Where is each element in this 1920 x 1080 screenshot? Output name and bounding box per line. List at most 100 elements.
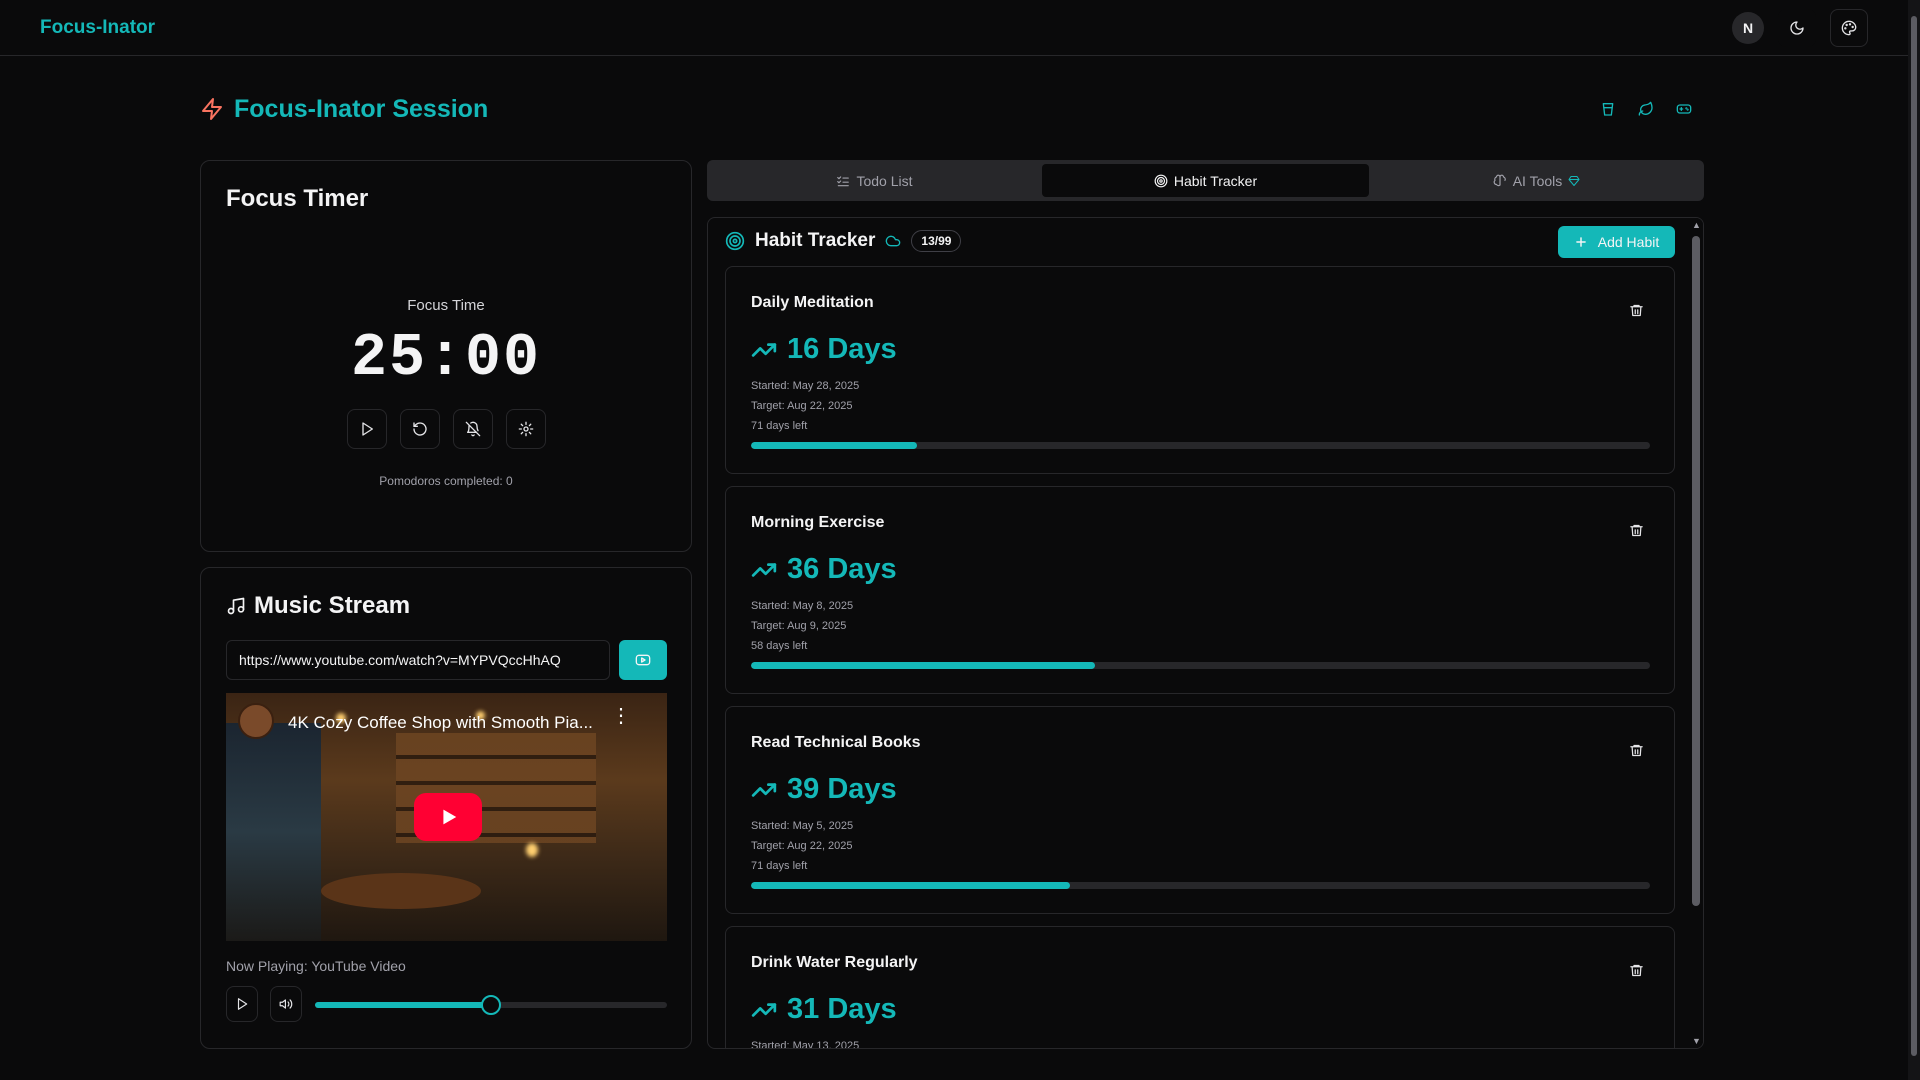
target-icon [1154,174,1168,187]
delete-habit-button[interactable] [1629,523,1644,543]
trending-up-icon [751,782,777,797]
timer-settings-button[interactable] [506,409,546,449]
habit-progress-bar [751,662,1650,669]
habit-name: Morning Exercise [751,514,885,531]
habit-target-date: Target: Aug 22, 2025 [751,840,853,852]
volume-thumb[interactable] [481,995,501,1015]
habit-start-date: Started: May 13, 2025 [751,1040,860,1049]
list-checks-icon [837,175,850,186]
page-scrollbar[interactable] [1908,0,1920,1080]
habit-name: Read Technical Books [751,734,921,751]
tab-todo-list[interactable]: Todo List [711,164,1038,197]
habit-days-left: 71 days left [751,860,808,872]
habit-progress-bar [751,882,1650,889]
habit-streak: 31 Days [751,993,897,1026]
video-more-icon[interactable]: ⋮ [611,706,631,726]
page-scrollbar-thumb[interactable] [1911,16,1917,1056]
habit-target-date: Target: Aug 22, 2025 [751,400,853,412]
tab-label: Todo List [856,172,913,189]
timer-controls [347,409,546,449]
zap-icon [202,98,222,120]
add-habit-button[interactable]: Add Habit [1558,226,1675,258]
habit-progress-fill [751,662,1096,669]
video-title[interactable]: 4K Cozy Coffee Shop with Smooth Pia... [288,713,593,733]
mute-button[interactable] [270,986,302,1022]
tab-label: Habit Tracker [1173,172,1258,189]
tab-ai-tools[interactable]: AI Tools [1373,164,1700,197]
load-video-button[interactable] [619,640,667,680]
volume-slider[interactable] [315,995,667,1015]
gamepad-icon[interactable] [1676,101,1692,117]
habit-name: Drink Water Regularly [751,954,918,971]
trash-icon [1630,524,1643,537]
channel-avatar[interactable] [238,703,274,739]
cup-icon[interactable] [1600,101,1616,117]
habit-streak: 36 Days [751,553,897,586]
reset-timer-button[interactable] [400,409,440,449]
habit-progress-bar [751,442,1650,449]
habit-streak-days: 16 Days [787,333,897,365]
brand-logo[interactable]: Focus-Inator [40,17,155,39]
focus-timer-title: Focus Timer [226,185,369,212]
plus-icon [1575,237,1586,247]
youtube-url-input[interactable] [226,640,610,680]
habit-panel-scrollbar-thumb[interactable] [1692,236,1700,906]
notifications-button[interactable] [453,409,493,449]
music-title-group: Music Stream [226,592,410,620]
tab-bar: Todo List Habit Tracker AI Tools [707,160,1704,201]
gem-icon [1568,175,1580,186]
trending-up-icon [751,562,777,577]
habit-streak-days: 31 Days [787,993,897,1025]
pomodoros-completed: Pomodoros completed: 0 [379,474,513,488]
habit-streak-days: 36 Days [787,553,897,585]
habit-start-date: Started: May 28, 2025 [751,380,860,392]
youtube-icon [635,654,651,666]
habit-days-left: 71 days left [751,420,808,432]
avatar[interactable]: N [1732,11,1764,44]
habit-card: Drink Water Regularly 31 Days Started: M… [725,926,1675,1049]
trash-icon [1630,964,1643,977]
palette-button[interactable] [1830,8,1868,47]
youtube-play-button[interactable] [414,793,482,841]
timer-mode-label: Focus Time [407,297,485,314]
habit-panel-scrollbar[interactable]: ▲ ▼ [1689,218,1703,1048]
play-icon [237,998,248,1010]
delete-habit-button[interactable] [1629,963,1644,983]
delete-habit-button[interactable] [1629,303,1644,323]
rotate-ccw-icon [413,422,427,436]
video-thumbnail-window [226,723,321,941]
session-tools [1600,101,1692,117]
leaf-icon[interactable] [1638,101,1654,117]
cloud-icon [886,235,901,247]
session-title-group: Focus-Inator Session [200,95,488,124]
moon-icon [1790,20,1804,35]
video-player[interactable]: 4K Cozy Coffee Shop with Smooth Pia... ⋮ [226,693,667,941]
trending-up-icon [751,342,777,357]
player-controls [226,986,302,1022]
habit-name: Daily Meditation [751,294,874,311]
delete-habit-button[interactable] [1629,743,1644,763]
tab-habit-tracker[interactable]: Habit Tracker [1042,164,1369,197]
habit-days-left: 58 days left [751,640,808,652]
top-bar: Focus-Inator N [0,0,1908,56]
gear-icon [518,421,534,437]
theme-toggle-button[interactable] [1778,8,1816,47]
palette-icon [1841,20,1857,35]
habit-tracker-panel: Habit Tracker 13/99 Add Habit Daily Medi… [707,217,1704,1049]
habit-progress-fill [751,442,918,449]
timer-display: 25:00 [350,325,542,393]
habit-tracker-title: Habit Tracker [755,230,876,251]
scroll-up-icon[interactable]: ▲ [1692,220,1701,230]
volume-fill [315,1002,491,1008]
music-play-button[interactable] [226,986,258,1022]
start-timer-button[interactable] [347,409,387,449]
page-title: Focus-Inator Session [234,94,489,123]
play-icon [362,422,373,436]
target-icon [725,231,745,251]
bell-off-icon [465,421,481,437]
brain-icon [1493,174,1506,186]
scroll-down-icon[interactable]: ▼ [1692,1036,1701,1046]
habit-start-date: Started: May 5, 2025 [751,820,854,832]
video-thumbnail-table [321,873,481,909]
habit-count-badge: 13/99 [911,230,962,252]
